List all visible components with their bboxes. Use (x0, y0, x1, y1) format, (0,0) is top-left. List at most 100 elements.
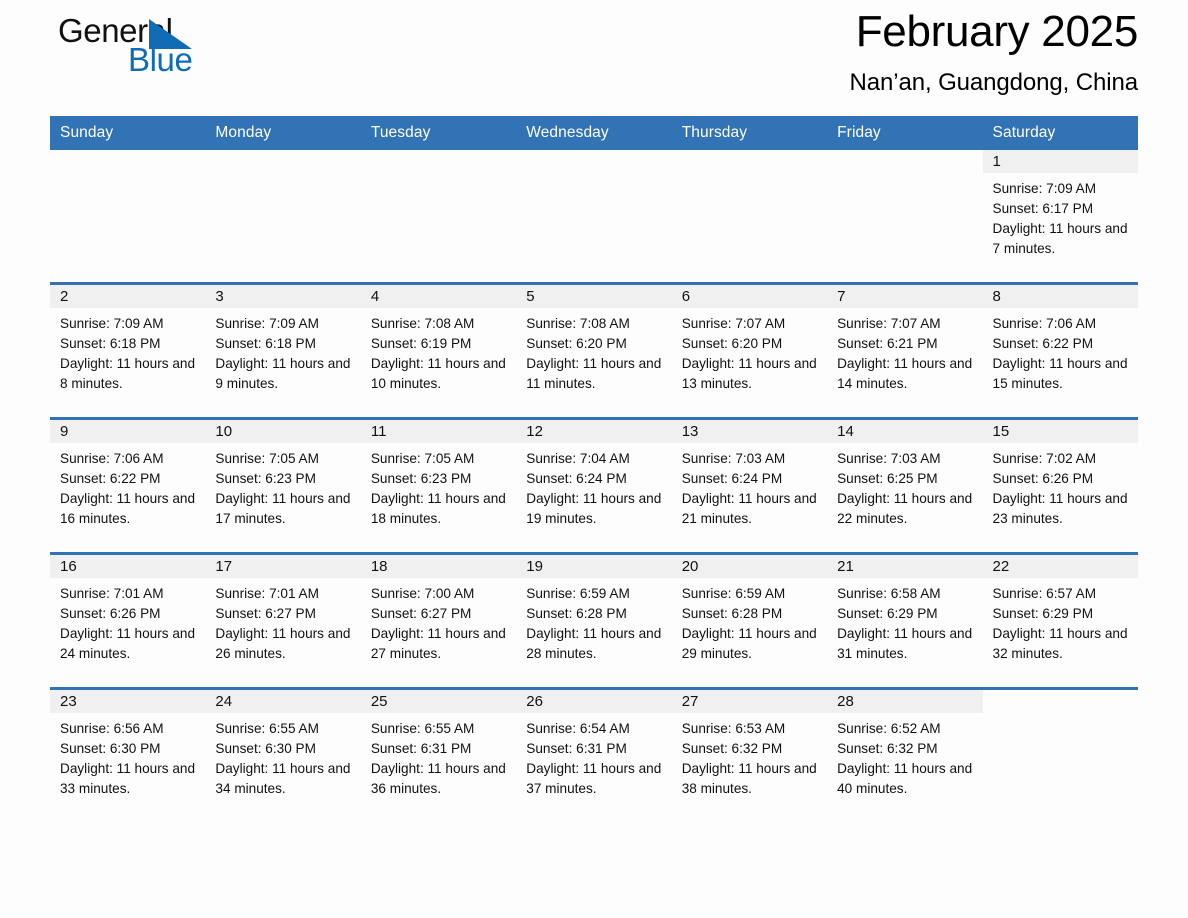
weekday-header-wednesday: Wednesday (516, 116, 672, 150)
day-number: 9 (50, 420, 206, 443)
calendar-day-cell[interactable]: 24 Sunrise: 6:55 AM Sunset: 6:30 PM Dayligh… (205, 687, 361, 822)
sunset-text: Sunset: 6:27 PM (215, 605, 316, 621)
day-number (205, 150, 360, 173)
sunset-text: Sunset: 6:18 PM (60, 335, 161, 351)
day-details: Sunrise: 7:07 AM Sunset: 6:20 PM Daylight:… (672, 308, 827, 394)
masthead: General Blue February 2025 Nan’an, Guang… (50, 0, 1138, 116)
day-cell-inner: 17 Sunrise: 7:01 AM Sunset: 6:27 PM Dayligh… (205, 555, 361, 687)
calendar-day-cell[interactable]: 11 Sunrise: 7:05 AM Sunset: 6:23 PM Dayligh… (360, 417, 517, 554)
calendar-day-cell[interactable]: 25 Sunrise: 6:55 AM Sunset: 6:31 PM Dayligh… (360, 687, 517, 822)
calendar-day-cell[interactable]: 14 Sunrise: 7:03 AM Sunset: 6:25 PM Dayligh… (827, 417, 983, 554)
day-details: Sunrise: 7:01 AM Sunset: 6:27 PM Daylight:… (205, 578, 360, 664)
sunrise-text: Sunrise: 6:58 AM (837, 586, 941, 601)
calendar-day-cell[interactable]: 6 Sunrise: 7:07 AM Sunset: 6:20 PM Daylight… (671, 282, 828, 419)
day-cell-inner: 1 Sunrise: 7:09 AM Sunset: 6:17 PM Daylight… (982, 150, 1138, 282)
calendar-day-cell[interactable]: 7 Sunrise: 7:07 AM Sunset: 6:21 PM Daylight… (827, 282, 983, 419)
sunset-text: Sunset: 6:20 PM (526, 335, 627, 351)
daylight-text: Daylight: 11 hours and 21 minutes. (681, 490, 817, 526)
sunset-text: Sunset: 6:17 PM (992, 200, 1094, 216)
day-details: Sunrise: 7:01 AM Sunset: 6:26 PM Daylight:… (50, 578, 205, 664)
sunset-text: Sunset: 6:21 PM (837, 335, 938, 351)
calendar-week-row: 9 Sunrise: 7:06 AM Sunset: 6:22 PM Daylight… (50, 417, 1138, 554)
calendar-day-cell[interactable]: 8 Sunrise: 7:06 AM Sunset: 6:22 PM Daylight… (982, 282, 1138, 419)
day-details: Sunrise: 6:57 AM Sunset: 6:29 PM Daylight:… (983, 578, 1138, 664)
day-number (672, 150, 827, 173)
daylight-text: Daylight: 11 hours and 38 minutes. (681, 760, 817, 796)
sunset-text: Sunset: 6:28 PM (681, 605, 783, 621)
sunset-text: Sunset: 6:19 PM (370, 335, 472, 351)
day-cell-inner: 3 Sunrise: 7:09 AM Sunset: 6:18 PM Daylight… (205, 285, 361, 417)
day-details: Sunrise: 7:04 AM Sunset: 6:24 PM Daylight:… (516, 443, 671, 529)
sunset-text: Sunset: 6:26 PM (992, 470, 1094, 486)
sunrise-text: Sunrise: 7:02 AM (992, 451, 1097, 466)
calendar-cell-empty (516, 150, 672, 284)
calendar-day-cell[interactable]: 15 Sunrise: 7:02 AM Sunset: 6:26 PM Dayligh… (982, 417, 1138, 554)
logo-text-blue: Blue (128, 41, 193, 78)
general-blue-logo[interactable]: General Blue (50, 12, 200, 88)
day-cell-inner: 8 Sunrise: 7:06 AM Sunset: 6:22 PM Daylight… (982, 285, 1138, 417)
calendar-day-cell[interactable]: 2 Sunrise: 7:09 AM Sunset: 6:18 PM Daylight… (50, 282, 206, 419)
day-details: Sunrise: 7:09 AM Sunset: 6:18 PM Daylight:… (50, 308, 205, 394)
calendar-day-cell[interactable]: 1 Sunrise: 7:09 AM Sunset: 6:17 PM Daylight… (982, 150, 1138, 284)
day-number: 1 (982, 150, 1138, 173)
daylight-text: Daylight: 11 hours and 36 minutes. (370, 760, 506, 796)
day-cell-inner (672, 150, 827, 282)
calendar-day-cell[interactable]: 16 Sunrise: 7:01 AM Sunset: 6:26 PM Dayligh… (50, 552, 206, 689)
calendar-day-cell[interactable]: 12 Sunrise: 7:04 AM Sunset: 6:24 PM Dayligh… (516, 417, 672, 554)
calendar-day-cell[interactable]: 23 Sunrise: 6:56 AM Sunset: 6:30 PM Dayligh… (50, 687, 206, 822)
day-cell-inner: 14 Sunrise: 7:03 AM Sunset: 6:25 PM Dayligh… (827, 420, 983, 552)
sunrise-text: Sunrise: 7:09 AM (992, 181, 1097, 196)
daylight-text: Daylight: 11 hours and 31 minutes. (837, 625, 973, 661)
sunset-text: Sunset: 6:22 PM (60, 470, 161, 486)
sunrise-text: Sunrise: 6:53 AM (681, 721, 786, 736)
calendar-day-cell[interactable]: 19 Sunrise: 6:59 AM Sunset: 6:28 PM Dayligh… (516, 552, 672, 689)
day-number: 7 (827, 285, 983, 308)
calendar-day-cell[interactable]: 9 Sunrise: 7:06 AM Sunset: 6:22 PM Daylight… (50, 417, 206, 554)
calendar-day-cell[interactable]: 13 Sunrise: 7:03 AM Sunset: 6:24 PM Dayligh… (671, 417, 828, 554)
day-cell-inner: 7 Sunrise: 7:07 AM Sunset: 6:21 PM Daylight… (827, 285, 983, 417)
title-block: February 2025 Nan’an, Guangdong, China (850, 0, 1139, 98)
day-cell-inner: 13 Sunrise: 7:03 AM Sunset: 6:24 PM Dayligh… (671, 420, 828, 552)
daylight-text: Daylight: 11 hours and 23 minutes. (992, 490, 1128, 526)
day-details: Sunrise: 7:08 AM Sunset: 6:19 PM Daylight:… (361, 308, 516, 394)
day-number: 5 (516, 285, 672, 308)
daylight-text: Daylight: 11 hours and 13 minutes. (681, 355, 817, 391)
calendar-day-cell[interactable]: 17 Sunrise: 7:01 AM Sunset: 6:27 PM Dayligh… (205, 552, 361, 689)
day-number: 22 (982, 555, 1138, 578)
sunrise-text: Sunrise: 6:59 AM (681, 586, 786, 601)
day-number: 16 (50, 555, 206, 578)
calendar-day-cell[interactable]: 22 Sunrise: 6:57 AM Sunset: 6:29 PM Dayligh… (982, 552, 1138, 689)
day-details: Sunrise: 7:06 AM Sunset: 6:22 PM Daylight:… (50, 443, 205, 529)
day-cell-inner: 11 Sunrise: 7:05 AM Sunset: 6:23 PM Dayligh… (360, 420, 517, 552)
day-number: 14 (827, 420, 983, 443)
daylight-text: Daylight: 11 hours and 10 minutes. (370, 355, 506, 391)
day-number: 20 (671, 555, 828, 578)
sunrise-text: Sunrise: 7:06 AM (992, 316, 1097, 331)
calendar-day-cell[interactable]: 26 Sunrise: 6:54 AM Sunset: 6:31 PM Dayligh… (516, 687, 672, 822)
day-cell-inner: 4 Sunrise: 7:08 AM Sunset: 6:19 PM Daylight… (360, 285, 517, 417)
day-number (50, 150, 205, 173)
sunrise-text: Sunrise: 7:09 AM (60, 316, 164, 331)
day-details: Sunrise: 6:59 AM Sunset: 6:28 PM Daylight:… (516, 578, 671, 664)
calendar-day-cell[interactable]: 27 Sunrise: 6:53 AM Sunset: 6:32 PM Dayligh… (671, 687, 828, 822)
sunrise-text: Sunrise: 7:05 AM (215, 451, 319, 466)
day-details: Sunrise: 7:03 AM Sunset: 6:24 PM Daylight:… (672, 443, 827, 529)
calendar-day-cell[interactable]: 4 Sunrise: 7:08 AM Sunset: 6:19 PM Daylight… (360, 282, 517, 419)
day-number: 18 (360, 555, 517, 578)
calendar-day-cell[interactable]: 18 Sunrise: 7:00 AM Sunset: 6:27 PM Dayligh… (360, 552, 517, 689)
day-cell-inner (50, 150, 205, 282)
calendar-day-cell[interactable]: 3 Sunrise: 7:09 AM Sunset: 6:18 PM Daylight… (205, 282, 361, 419)
calendar-day-cell[interactable]: 5 Sunrise: 7:08 AM Sunset: 6:20 PM Daylight… (516, 282, 672, 419)
calendar-cell-empty (205, 150, 361, 284)
calendar-day-cell[interactable]: 20 Sunrise: 6:59 AM Sunset: 6:28 PM Dayligh… (671, 552, 828, 689)
day-details: Sunrise: 6:52 AM Sunset: 6:32 PM Daylight:… (827, 713, 982, 799)
sunrise-text: Sunrise: 7:06 AM (60, 451, 164, 466)
calendar-day-cell[interactable]: 28 Sunrise: 6:52 AM Sunset: 6:32 PM Dayligh… (827, 687, 983, 822)
daylight-text: Daylight: 11 hours and 34 minutes. (215, 760, 351, 796)
calendar-day-cell[interactable]: 10 Sunrise: 7:05 AM Sunset: 6:23 PM Dayligh… (205, 417, 361, 554)
page-title: February 2025 (855, 7, 1139, 56)
day-number: 13 (671, 420, 828, 443)
calendar-day-cell[interactable]: 21 Sunrise: 6:58 AM Sunset: 6:29 PM Dayligh… (827, 552, 983, 689)
day-details: Sunrise: 7:03 AM Sunset: 6:25 PM Daylight:… (827, 443, 982, 529)
sunrise-text: Sunrise: 7:05 AM (370, 451, 475, 466)
